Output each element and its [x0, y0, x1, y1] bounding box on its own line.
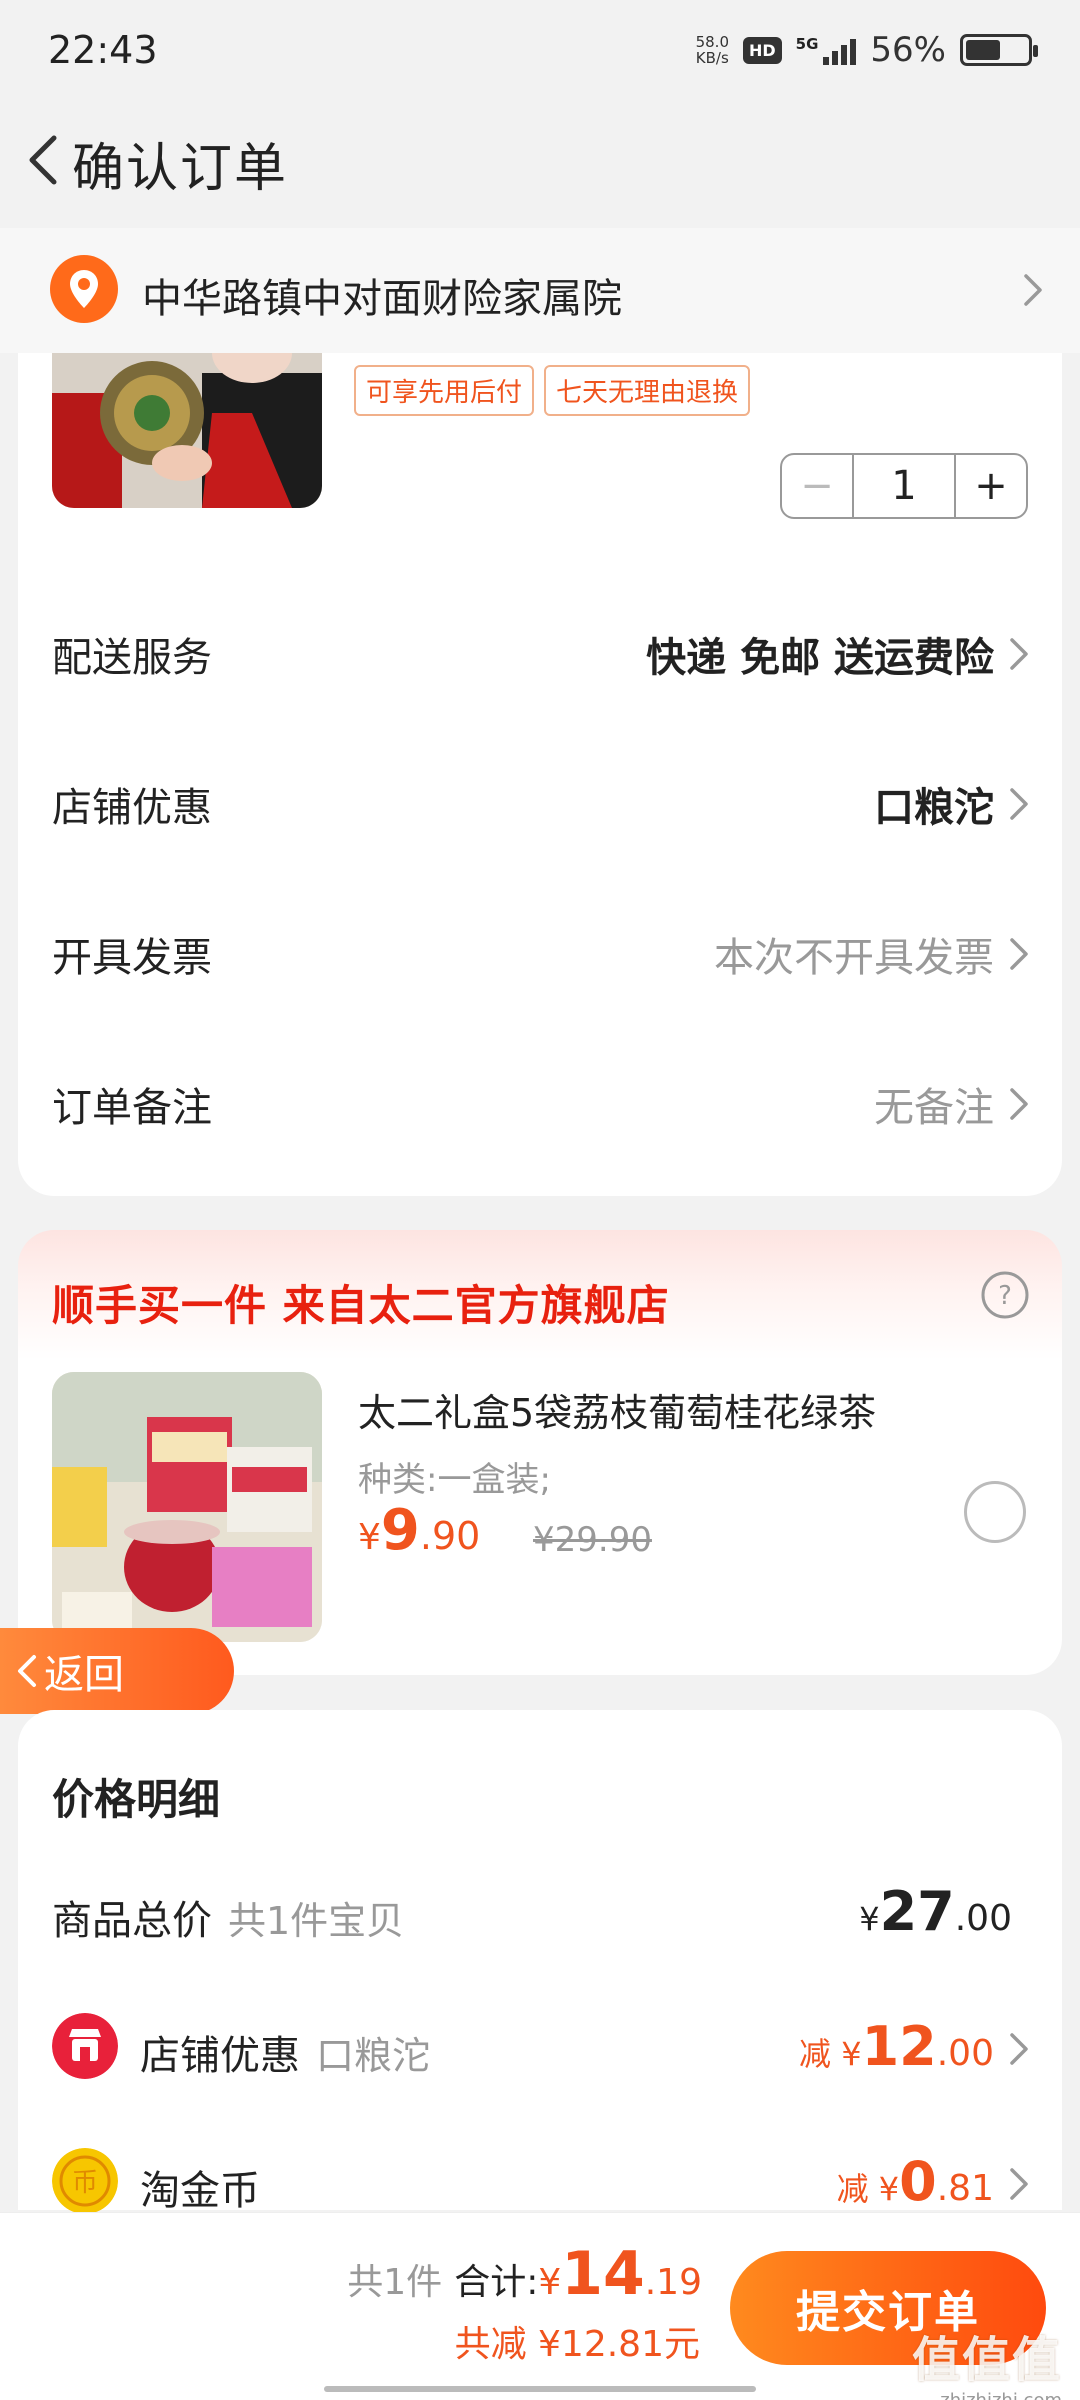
chevron-right-icon [1010, 938, 1028, 970]
quantity-value[interactable]: 1 [854, 455, 954, 517]
goods-total-value: ¥27.00 [859, 1880, 1012, 1943]
shop-discount-prefix: 减 ¥ [799, 2035, 862, 2073]
status-time: 22:43 [48, 28, 158, 72]
goods-total-int: 27 [879, 1880, 955, 1943]
watermark-text: 值值值 [911, 2332, 1062, 2388]
svg-text:?: ? [998, 1281, 1012, 1311]
addon-price-dec: .90 [419, 1514, 481, 1558]
row-delivery[interactable]: 配送服务 快递 免邮 送运费险 [18, 579, 1062, 729]
delivery-label: 配送服务 [52, 635, 212, 681]
goods-total-row: 商品总价 共1件宝贝 ¥27.00 [18, 1860, 1062, 1960]
taojinbi-int: 0 [899, 2150, 937, 2213]
addon-original-price: ¥29.90 [533, 1520, 652, 1560]
shop-discount-detail-label: 店铺优惠 口粮沱 [140, 2023, 430, 2081]
hd-icon: HD [743, 36, 782, 64]
row-order-note[interactable]: 订单备注 无备注 [18, 1029, 1062, 1179]
addon-title: 太二礼盒5袋荔枝葡萄桂花绿茶 [358, 1391, 877, 1435]
status-bar: 22:43 58.0 KB/s HD 5G 56% [0, 0, 1080, 100]
taojinbi-amount: 减 ¥0.81 [837, 2150, 994, 2213]
address-text: 中华路镇中对面财险家属院 [142, 276, 622, 322]
quantity-stepper: − 1 + [780, 453, 1028, 519]
row-invoice[interactable]: 开具发票 本次不开具发票 [18, 879, 1062, 1029]
address-bar[interactable]: 中华路镇中对面财险家属院 [0, 228, 1080, 353]
page-header: 确认订单 [0, 110, 1080, 210]
chevron-right-icon [1010, 1088, 1028, 1120]
chevron-right-icon [1010, 2168, 1028, 2200]
goods-total-label: 商品总价 共1件宝贝 [52, 1888, 404, 1946]
total-int: 14 [561, 2239, 645, 2309]
shop-discount-amount: 减 ¥12.00 [799, 2015, 994, 2078]
float-back-label: 返回 [44, 1652, 124, 1698]
goods-total-currency: ¥ [859, 1900, 880, 1938]
total-line: 共1件 合计:¥14.19 [347, 2239, 702, 2309]
addon-spec: 种类:一盒装; [358, 1460, 551, 1500]
goods-total-text: 商品总价 [52, 1898, 212, 1944]
product-tags: 可享先用后付 七天无理由退换 [354, 365, 751, 416]
help-icon[interactable]: ? [980, 1270, 1030, 1320]
battery-icon [960, 34, 1038, 66]
total-label: 合计: [454, 2262, 539, 2303]
shop-discount-sub: 口粮沱 [316, 2034, 431, 2078]
total-dec: .19 [644, 2262, 702, 2303]
addon-price-currency: ¥ [358, 1517, 381, 1558]
tag-pay-later: 可享先用后付 [354, 365, 535, 416]
shop-discount-text: 店铺优惠 [140, 2033, 300, 2079]
total-count: 共1件 [347, 2262, 443, 2303]
watermark-url: zhizhizhi.com [912, 2390, 1062, 2400]
chevron-right-icon [1010, 638, 1028, 670]
signal-icon: 5G [796, 35, 857, 65]
addon-header: 顺手买一件 来自太二官方旗舰店 [52, 1281, 670, 1330]
order-note-value: 无备注 [874, 1085, 994, 1131]
chevron-right-icon [1024, 274, 1042, 306]
tag-seven-day-return: 七天无理由退换 [544, 365, 751, 416]
increase-button[interactable]: + [954, 455, 1026, 517]
price-detail-card: 价格明细 商品总价 共1件宝贝 ¥27.00 店铺优惠 口粮沱 减 ¥12.00 币 [18, 1710, 1062, 2214]
chevron-right-icon [1010, 2033, 1028, 2065]
shop-icon [52, 2013, 118, 2079]
chevron-left-icon [18, 1655, 36, 1687]
shop-discount-dec: .00 [936, 2033, 994, 2074]
row-shop-discount[interactable]: 店铺优惠 口粮沱 [18, 729, 1062, 879]
order-card: 可享先用后付 七天无理由退换 − 1 + 配送服务 快递 免邮 送运费险 店铺优… [18, 353, 1062, 1196]
svg-text:币: 币 [72, 2168, 98, 2198]
taojinbi-prefix: 减 ¥ [836, 2170, 900, 2208]
net-speed-value: 58.0 [695, 33, 729, 51]
net-speed-unit: KB/s [695, 49, 729, 67]
addon-price: ¥9.90 [358, 1498, 480, 1563]
chevron-right-icon [1010, 788, 1028, 820]
battery-percent: 56% [870, 30, 946, 70]
taojinbi-label: 淘金币 [140, 2168, 260, 2214]
home-indicator[interactable] [324, 2386, 756, 2392]
back-arrow-icon[interactable] [16, 128, 76, 192]
shop-discount-row[interactable]: 店铺优惠 口粮沱 减 ¥12.00 [18, 1995, 1062, 2095]
shop-discount-int: 12 [861, 2015, 937, 2078]
goods-total-dec: .00 [954, 1898, 1012, 1939]
network-type: 5G [795, 35, 819, 53]
decrease-button[interactable]: − [782, 455, 854, 517]
order-note-label: 订单备注 [52, 1085, 212, 1131]
invoice-value: 本次不开具发票 [714, 935, 994, 981]
addon-price-int: 9 [380, 1498, 420, 1563]
addon-product-image[interactable] [52, 1372, 322, 1642]
invoice-label: 开具发票 [52, 935, 212, 981]
addon-select-radio[interactable] [964, 1481, 1026, 1543]
saved-amount: 共减 ¥12.81元 [454, 2324, 700, 2365]
product-image[interactable] [52, 353, 322, 508]
status-icons: 58.0 KB/s HD 5G 56% [696, 30, 1038, 70]
delivery-value: 快递 免邮 送运费险 [646, 635, 994, 681]
price-detail-title: 价格明细 [52, 1775, 221, 1824]
taojinbi-dec: .81 [936, 2168, 994, 2209]
float-back-button[interactable]: 返回 [0, 1628, 234, 1714]
shop-discount-label: 店铺优惠 [52, 785, 212, 831]
watermark: 值值值 zhizhizhi.com [912, 2320, 1062, 2400]
location-pin-icon [50, 255, 118, 323]
gold-coin-icon: 币 [52, 2148, 118, 2214]
total-currency: ¥ [538, 2262, 562, 2303]
goods-total-count: 共1件宝贝 [228, 1899, 405, 1943]
page-title: 确认订单 [72, 139, 289, 199]
shop-discount-value: 口粮沱 [874, 785, 994, 831]
addon-card: 顺手买一件 来自太二官方旗舰店 ? 太二礼盒5袋荔枝葡萄桂花绿茶 种类:一盒装;… [18, 1230, 1062, 1675]
net-speed: 58.0 KB/s [696, 34, 729, 66]
